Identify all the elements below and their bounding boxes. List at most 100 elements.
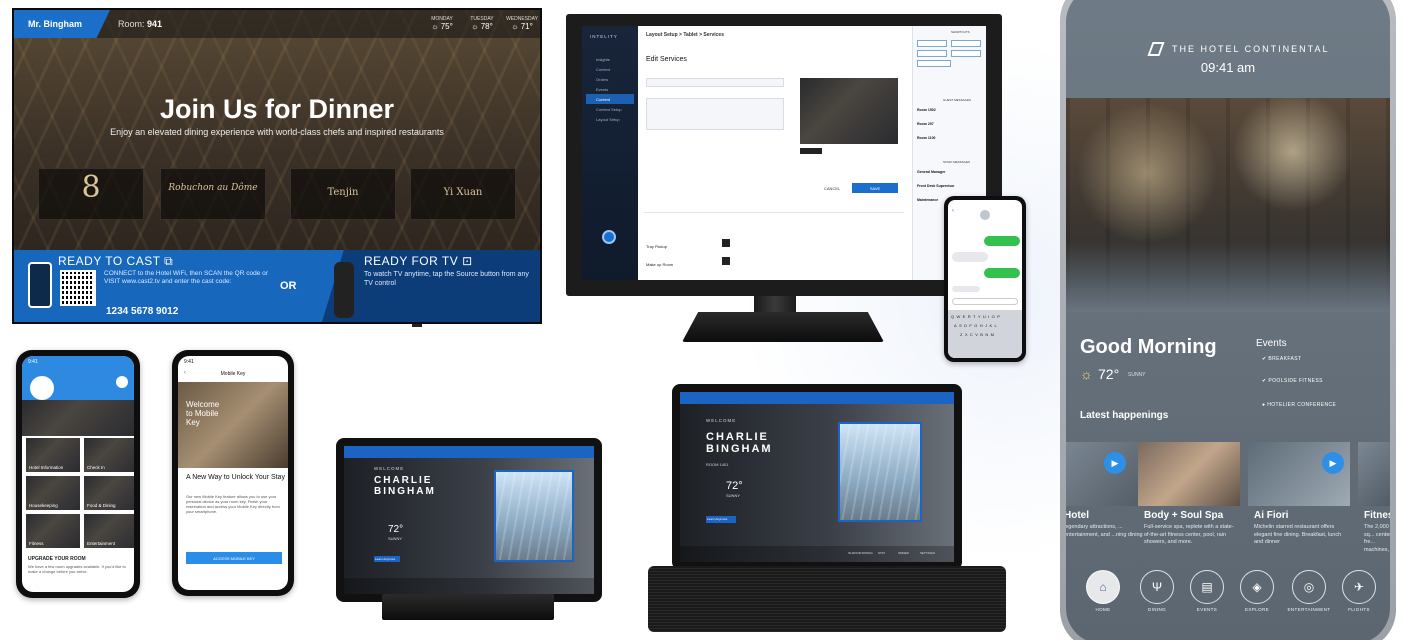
restaurant-tile-yixuan[interactable]: Yi Xuan: [410, 168, 516, 220]
tile-fitness[interactable]: Fitness: [26, 514, 80, 548]
restaurant-logo: Tenjin: [327, 187, 359, 198]
shortcut-chip[interactable]: [951, 50, 981, 57]
access-mobile-key-button[interactable]: ACCESS MOBILE KEY: [186, 552, 282, 564]
sidebar-item[interactable]: Content Setup: [586, 104, 634, 114]
save-button[interactable]: SAVE: [852, 183, 898, 193]
temperature: 72°: [1098, 366, 1120, 382]
happening-card-fitness[interactable]: Fitnes The 2,000 sq... center, fre... mac…: [1358, 442, 1390, 560]
profile-icon[interactable]: [116, 376, 128, 388]
user-avatar[interactable]: [602, 230, 616, 244]
guest-message[interactable]: Room 1100: [917, 136, 935, 140]
card-image: [1138, 442, 1240, 506]
sidebar-item[interactable]: Events: [586, 84, 634, 94]
dock-item[interactable]: SETTINGS: [920, 551, 935, 555]
dining-icon[interactable]: Ψ: [1140, 570, 1174, 604]
learn-more-button[interactable]: Learn Anymore: [706, 516, 736, 523]
table-row[interactable]: Make up Room: [646, 262, 673, 267]
tile-check-in[interactable]: Check In: [84, 438, 134, 472]
guest-message[interactable]: Room 207: [917, 122, 934, 126]
app-phone-mobile-key: 9:41 ‹ Mobile Key Welcome to Mobile Key …: [172, 350, 294, 596]
keyboard-row[interactable]: QWERTYUIOP: [948, 310, 1022, 319]
shortcut-chip[interactable]: [917, 40, 947, 47]
home-icon[interactable]: ⌂: [1086, 570, 1120, 604]
events-icon[interactable]: ▤: [1190, 570, 1224, 604]
tablet-welcome-screen: WELCOME CHARLIE BINGHAM 72° SUNNY Learn A…: [344, 446, 594, 594]
table-row[interactable]: Tray Pickup: [646, 244, 667, 249]
hotel-logo-icon: [1147, 42, 1165, 56]
large-phone: THE HOTEL CONTINENTAL 09:41 am Good Morn…: [1060, 0, 1396, 640]
staff-message[interactable]: Front Desk Supervisor: [917, 184, 955, 188]
tablet-dock: IN-ROOM DINING STAY ORDER SETTINGS: [680, 546, 954, 562]
tv-screen: Mr. Bingham Room: 941 MONDAY ☼ 75° TUESDA…: [12, 8, 542, 324]
event-item[interactable]: ✔ BREAKFAST: [1262, 356, 1301, 362]
tv-subheadline: Enjoy an elevated dining experience with…: [110, 127, 444, 137]
tile-entertainment[interactable]: Entertainment: [84, 514, 134, 548]
play-icon[interactable]: ▶: [1104, 452, 1126, 474]
weather-temp: 75°: [440, 22, 453, 31]
sidebar-item[interactable]: Content: [586, 64, 634, 74]
keyboard-row[interactable]: ASDFGHJKL: [948, 319, 1022, 328]
nav-label: DINING: [1147, 607, 1167, 612]
sent-bubble: [984, 268, 1020, 278]
received-bubble: [952, 252, 988, 262]
shortcut-chip[interactable]: [951, 40, 981, 47]
mobile-key-heading: A New Way to Unlock Your Stay: [186, 474, 285, 481]
service-name-input[interactable]: [646, 78, 784, 87]
upgrade-text: We have a few room upgrades available. I…: [28, 564, 126, 574]
back-icon[interactable]: ‹: [952, 208, 954, 214]
restaurant-tile-8[interactable]: 8: [38, 168, 144, 220]
cancel-button[interactable]: CANCEL: [824, 186, 840, 191]
event-item[interactable]: ✔ POOLSIDE FITNESS: [1262, 378, 1323, 384]
restaurant-logo: Robuchon au Dôme: [168, 183, 258, 193]
dock-item[interactable]: ORDER: [898, 551, 909, 555]
dock-item[interactable]: STAY: [878, 551, 885, 555]
event-label: BREAKFAST: [1268, 356, 1302, 362]
keyboard[interactable]: QWERTYUIOP ASDFGHJKL ZXCVBNM: [948, 310, 1022, 358]
staff-message[interactable]: Maintenance: [917, 198, 938, 202]
card-title: Hotel: [1066, 510, 1089, 521]
dock-item[interactable]: IN-ROOM DINING: [848, 551, 873, 555]
tablet-nav: [680, 392, 954, 404]
speaker-dock: [648, 566, 1006, 632]
message-input[interactable]: [952, 298, 1018, 305]
screen-title: Mobile Key: [220, 371, 246, 377]
staff-message[interactable]: General Manager: [917, 170, 945, 174]
restaurant-tile-tenjin[interactable]: Tenjin: [290, 168, 396, 220]
tile-label: Check In: [87, 465, 105, 470]
featured-image[interactable]: [838, 422, 922, 522]
nav-label: EXPLORE: [1244, 607, 1270, 612]
happening-card-spa[interactable]: Body + Soul Spa Full-service spa, replete…: [1138, 442, 1240, 560]
sidebar-item[interactable]: Orders: [586, 74, 634, 84]
weather-temp: 71°: [520, 22, 533, 31]
tile-hotel-information[interactable]: Hotel Information: [26, 438, 80, 472]
hotel-brand: THE HOTEL CONTINENTAL: [1172, 44, 1330, 54]
sidebar-item[interactable]: Insights: [586, 54, 634, 64]
tile-housekeeping[interactable]: Housekeeping: [26, 476, 80, 510]
entertainment-icon[interactable]: ◎: [1292, 570, 1326, 604]
keyboard-row[interactable]: ZXCVBNM: [948, 328, 1022, 337]
image-tools[interactable]: [800, 148, 822, 154]
tile-food-dining[interactable]: Food & Dining: [84, 476, 134, 510]
welcome-label: WELCOME: [374, 466, 405, 471]
sidebar-item[interactable]: Layout Setup: [586, 114, 634, 124]
tablet-nav: [344, 446, 594, 458]
explore-icon[interactable]: ◈: [1240, 570, 1274, 604]
description-textarea[interactable]: [646, 98, 784, 130]
restaurant-tile-robuchon[interactable]: Robuchon au Dôme: [160, 168, 266, 220]
tv-foot: [412, 324, 422, 327]
weather-day: WEDNESDAY ☼ 71°: [504, 15, 540, 31]
sidebar-item-active[interactable]: Content: [586, 94, 634, 104]
shortcut-chip[interactable]: [917, 60, 951, 67]
guest-message[interactable]: Room 1502: [917, 108, 936, 112]
card-title: Ai Fiori: [1254, 510, 1289, 521]
play-icon[interactable]: ▶: [1322, 452, 1344, 474]
learn-more-button[interactable]: Learn Anymore: [374, 556, 400, 562]
shortcut-chip[interactable]: [917, 50, 947, 57]
row-thumbnail: [722, 239, 730, 247]
check-icon: ✔: [1262, 356, 1267, 362]
weather-temp: 78°: [480, 22, 493, 31]
flights-icon[interactable]: ✈: [1342, 570, 1376, 604]
event-item[interactable]: ● HOTELIER CONFERENCE: [1262, 402, 1336, 408]
featured-image[interactable]: [494, 470, 574, 562]
upgrade-title[interactable]: UPGRADE YOUR ROOM: [28, 556, 86, 562]
